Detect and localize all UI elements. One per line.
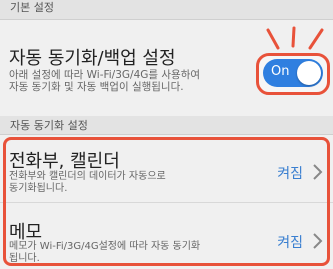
toggle-on-label: On <box>271 64 290 79</box>
sync-backup-description-line2: 자동 동기화 및 자동 백업이 실행됩니다. <box>9 81 184 93</box>
section-header-basic: 기본 설정 <box>0 0 333 20</box>
sync-backup-toggle[interactable]: On <box>263 59 323 87</box>
list-highlight-frame <box>3 137 330 266</box>
section-header-auto-sync: 자동 동기화 설정 <box>0 116 333 135</box>
toggle-knob <box>297 61 321 85</box>
sync-backup-description-line1: 아래 설정에 따라 Wi-Fi/3G/4G를 사용하여 <box>9 69 201 81</box>
sync-backup-title: 자동 동기화/백업 설정 <box>9 48 176 69</box>
highlight-burst-lines <box>266 26 324 50</box>
sync-backup-description: 아래 설정에 따라 Wi-Fi/3G/4G를 사용하여 자동 동기화 및 자동 … <box>9 69 200 93</box>
